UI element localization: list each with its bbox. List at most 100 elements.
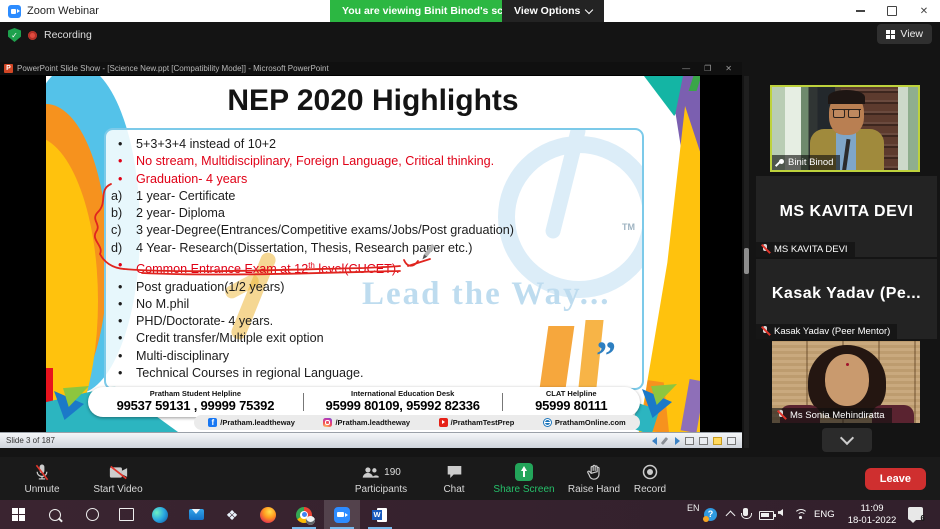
view-options-dropdown[interactable]: View Options: [502, 0, 604, 22]
taskbar-zoom[interactable]: [324, 500, 360, 529]
view-button-label: View: [900, 28, 923, 40]
chevron-down-icon: [840, 431, 854, 445]
share-screen-button[interactable]: Share Screen: [486, 463, 562, 495]
pratham-logo-left: [54, 386, 92, 422]
participants-button[interactable]: 190 Participants: [342, 463, 420, 495]
previous-slide-button[interactable]: [652, 437, 657, 445]
task-view-icon: [119, 508, 134, 521]
powerpoint-title: PowerPoint Slide Show - [Science New.ppt…: [17, 64, 329, 73]
participant-bindi: [846, 363, 849, 366]
powerpoint-window-controls: — ❐ ✕: [682, 64, 742, 73]
zoom-webinar-window: Zoom Webinar You are viewing Binit Binod…: [0, 0, 940, 529]
minimize-button[interactable]: [844, 0, 876, 22]
participant-tile-kasak[interactable]: Kasak Yadav (Pe... Kasak Yadav (Peer Men…: [756, 259, 937, 339]
record-button[interactable]: Record: [626, 463, 674, 495]
taskbar-dropbox[interactable]: ❖: [214, 500, 250, 529]
window-title: Zoom Webinar: [27, 5, 99, 17]
taskbar-search[interactable]: [37, 500, 73, 529]
ppt-maximize-button[interactable]: ❐: [704, 64, 711, 73]
slide-bullet: d)4 Year- Research(Dissertation, Thesis,…: [106, 240, 642, 257]
wifi-icon[interactable]: [794, 509, 806, 519]
task-view-button[interactable]: [108, 500, 144, 529]
slide-bullet: •No M.phil: [106, 296, 642, 313]
next-slide-button[interactable]: [675, 437, 680, 445]
raise-hand-button[interactable]: Raise Hand: [562, 463, 626, 495]
muted-mic-icon: [34, 463, 50, 482]
ppt-close-button[interactable]: ✕: [725, 64, 732, 73]
reading-view-button[interactable]: [727, 437, 736, 445]
taskbar-edge[interactable]: [142, 500, 178, 529]
keyboard-language[interactable]: ENG: [814, 509, 835, 520]
close-button[interactable]: ✕: [908, 0, 940, 22]
stage-scrollbar[interactable]: [744, 76, 749, 448]
participant-big-name: MS KAVITA DEVI: [756, 203, 937, 221]
ppt-minimize-button[interactable]: —: [682, 64, 690, 73]
recording-label: Recording: [44, 29, 92, 41]
chat-button[interactable]: Chat: [432, 463, 476, 495]
speaker-hair: [828, 90, 865, 104]
taskbar-word[interactable]: [362, 500, 398, 529]
chevron-down-icon: [585, 5, 593, 13]
video-tile-sonia[interactable]: Ms Sonia Mehindiratta: [772, 341, 920, 423]
taskbar-cortana[interactable]: [74, 500, 110, 529]
participant-name-label: Ms Sonia Mehindiratta: [772, 408, 892, 423]
taskbar-mail[interactable]: [178, 500, 214, 529]
instagram-icon: [323, 418, 332, 427]
normal-view-button[interactable]: [685, 437, 694, 445]
scrollbar-handle[interactable]: [744, 248, 749, 274]
tray-mic-icon[interactable]: [743, 508, 748, 516]
clock[interactable]: 11:09 18-01-2022: [842, 503, 902, 526]
slide-bullet: •5+3+3+4 instead of 10+2: [106, 136, 642, 153]
participant-tile-kavita[interactable]: MS KAVITA DEVI MS KAVITA DEVI: [756, 176, 937, 257]
help-tray-icon[interactable]: [704, 508, 717, 521]
encryption-shield-icon: [8, 28, 21, 42]
unmute-button[interactable]: Unmute: [12, 463, 72, 495]
helpline-banner: Pratham Student Helpline 99537 59131 , 9…: [88, 387, 640, 417]
language-indicator[interactable]: EN: [687, 503, 700, 513]
powerpoint-window: PowerPoint Slide Show - [Science New.ppt…: [0, 62, 742, 448]
hidden-icons-chevron[interactable]: [726, 511, 736, 521]
maximize-button[interactable]: [876, 0, 908, 22]
slide-bullet: •No stream, Multidisciplinary, Foreign L…: [106, 153, 642, 170]
date: 18-01-2022: [842, 515, 902, 527]
participants-count: 190: [384, 467, 401, 478]
view-options-label: View Options: [514, 5, 580, 17]
zoom-app-icon: [8, 5, 21, 18]
video-tile-binit-binod[interactable]: Binit Binod: [770, 85, 920, 172]
slideshow-canvas: NEP 2020 Highlights Lead the Way... TM ”: [0, 75, 742, 432]
notification-center-icon[interactable]: 6: [908, 507, 923, 520]
helpline-column: CLAT Helpline 95999 80111: [503, 390, 641, 414]
muted-mic-icon: [776, 410, 786, 421]
start-video-button[interactable]: Start Video: [82, 463, 154, 495]
taskbar-chrome[interactable]: [286, 500, 322, 529]
slide-sorter-view-button[interactable]: [699, 437, 708, 445]
zoom-icon: [334, 507, 350, 523]
start-button[interactable]: [0, 500, 36, 529]
window-controls: ✕: [844, 0, 940, 22]
pen-tool-button[interactable]: [662, 437, 670, 445]
taskbar-firefox[interactable]: [250, 500, 286, 529]
helpline-column: International Education Desk 95999 80109…: [304, 390, 502, 414]
participant-big-name: Kasak Yadav (Pe...: [756, 285, 937, 303]
leave-button[interactable]: Leave: [865, 468, 926, 490]
social-web: PrathamOnline.com: [543, 418, 626, 427]
raise-hand-icon: [587, 464, 602, 481]
chat-icon: [446, 464, 463, 480]
participant-name-label: Binit Binod: [772, 155, 840, 170]
gallery-view-button[interactable]: View: [877, 24, 932, 44]
volume-icon[interactable]: [778, 509, 783, 516]
slideshow-view-button[interactable]: [713, 437, 722, 445]
slide-bullet: •Post graduation(1/2 years): [106, 279, 642, 296]
slide-bullet: c)3 year-Degree(Entrances/Competitive ex…: [106, 222, 642, 239]
social-bar: /Pratham.leadtheway /Pratham.leadtheway …: [194, 415, 640, 430]
sidebar-scroll-down-button[interactable]: [822, 428, 872, 452]
windows-logo-icon: [12, 508, 25, 521]
slide-bullet: a)1 year- Certificate: [106, 188, 642, 205]
facebook-icon: [208, 418, 217, 427]
battery-icon[interactable]: [759, 511, 774, 520]
chrome-icon: [296, 507, 312, 523]
chrome-profile-badge: [306, 516, 315, 525]
slide-bullet-list: •5+3+3+4 instead of 10+2 •No stream, Mul…: [106, 130, 642, 382]
speaker-glasses: [832, 109, 861, 118]
search-icon: [49, 509, 61, 521]
